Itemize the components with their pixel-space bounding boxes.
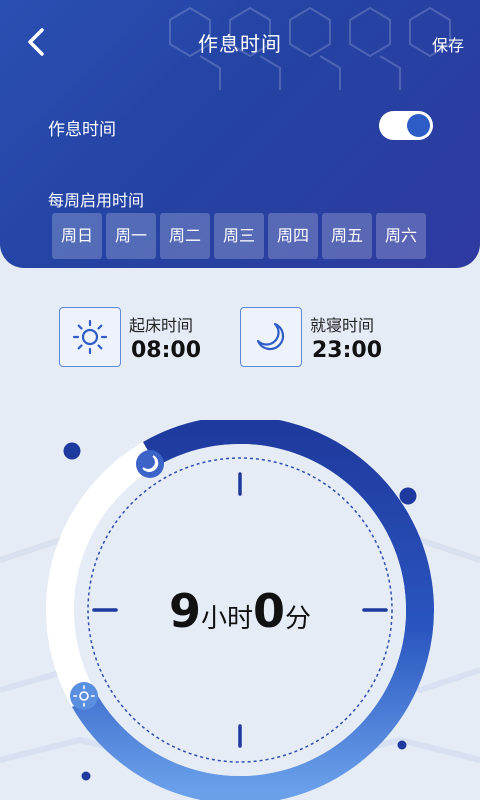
day-friday[interactable]: 周五 (322, 213, 372, 259)
duration-hours: 9 (168, 584, 201, 638)
wake-icon-box (59, 307, 121, 367)
week-days-row: 周日 周一 周二 周三 周四 周五 周六 (52, 213, 426, 259)
schedule-toggle-label: 作息时间 (48, 120, 116, 140)
day-wednesday[interactable]: 周三 (214, 213, 264, 259)
duration-minutes: 0 (253, 584, 286, 638)
week-days-label: 每周启用时间 (48, 191, 145, 210)
wake-time-card[interactable]: 起床时间 08:00 (59, 307, 201, 367)
day-thursday[interactable]: 周四 (268, 213, 318, 259)
decor-dot (63, 442, 81, 460)
decor-dot (81, 771, 91, 781)
sleep-time-card[interactable]: 就寝时间 23:00 (240, 307, 382, 367)
day-saturday[interactable]: 周六 (376, 213, 426, 259)
duration-hours-unit: 小时 (200, 604, 253, 634)
duration-minutes-unit: 分 (285, 604, 312, 634)
page-title: 作息时间 (198, 32, 282, 56)
wake-time-label: 起床时间 (129, 315, 194, 335)
decor-dot (399, 487, 417, 505)
sun-icon (72, 319, 108, 355)
sleep-time-label: 就寝时间 (310, 315, 375, 335)
day-sunday[interactable]: 周日 (52, 213, 102, 259)
sleep-duration: 9小时0分 (0, 584, 480, 638)
sleep-handle[interactable] (136, 450, 164, 478)
wake-handle[interactable] (70, 682, 98, 710)
wake-time-value: 08:00 (131, 337, 202, 363)
day-monday[interactable]: 周一 (106, 213, 156, 259)
moon-icon (256, 322, 285, 351)
save-button[interactable]: 保存 (432, 32, 464, 56)
header-panel: 作息时间 保存 作息时间 每周启用时间 周日 周一 周二 周三 周四 周五 周六 (0, 0, 480, 268)
sleep-time-value: 23:00 (312, 337, 383, 363)
sleep-icon-box (240, 307, 302, 367)
schedule-toggle[interactable] (379, 111, 433, 140)
day-tuesday[interactable]: 周二 (160, 213, 210, 259)
decor-dot (397, 740, 407, 750)
toggle-knob (407, 114, 430, 137)
